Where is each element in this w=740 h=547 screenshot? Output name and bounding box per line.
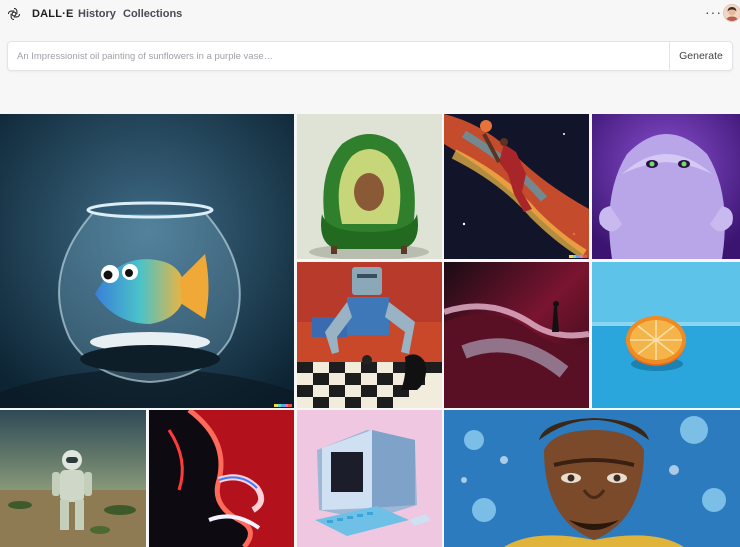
nav-link-collections[interactable]: Collections <box>123 8 182 20</box>
nav-link-history[interactable]: History <box>78 8 116 20</box>
gallery-image-orange-half[interactable] <box>592 262 740 408</box>
brand-name[interactable]: DALL·E <box>32 8 74 20</box>
gallery-image-neon-face[interactable] <box>149 410 294 547</box>
image-gallery <box>0 114 740 547</box>
avatar[interactable] <box>723 4 740 22</box>
gallery-image-purple-monster[interactable] <box>592 114 740 259</box>
gallery-image-robot-chess[interactable] <box>297 262 442 408</box>
generate-button[interactable]: Generate <box>669 42 732 70</box>
gallery-image-desert-astronaut[interactable] <box>0 410 146 547</box>
gallery-image-fishbowl[interactable] <box>0 114 294 408</box>
prompt-bar: Generate <box>7 41 733 71</box>
gallery-image-retro-computer[interactable] <box>297 410 442 547</box>
generated-badge <box>569 255 587 258</box>
gallery-image-dunes-figure[interactable] <box>444 262 589 408</box>
top-nav: DALL·E History Collections ··· <box>0 0 740 28</box>
openai-logo-icon[interactable] <box>7 7 21 21</box>
prompt-input[interactable] <box>8 42 676 70</box>
gallery-image-painted-portrait[interactable] <box>444 410 740 547</box>
gallery-image-space-dunk[interactable] <box>444 114 589 259</box>
more-options-icon[interactable]: ··· <box>705 4 722 20</box>
generated-badge <box>274 404 292 407</box>
gallery-image-avocado-armchair[interactable] <box>297 114 442 259</box>
